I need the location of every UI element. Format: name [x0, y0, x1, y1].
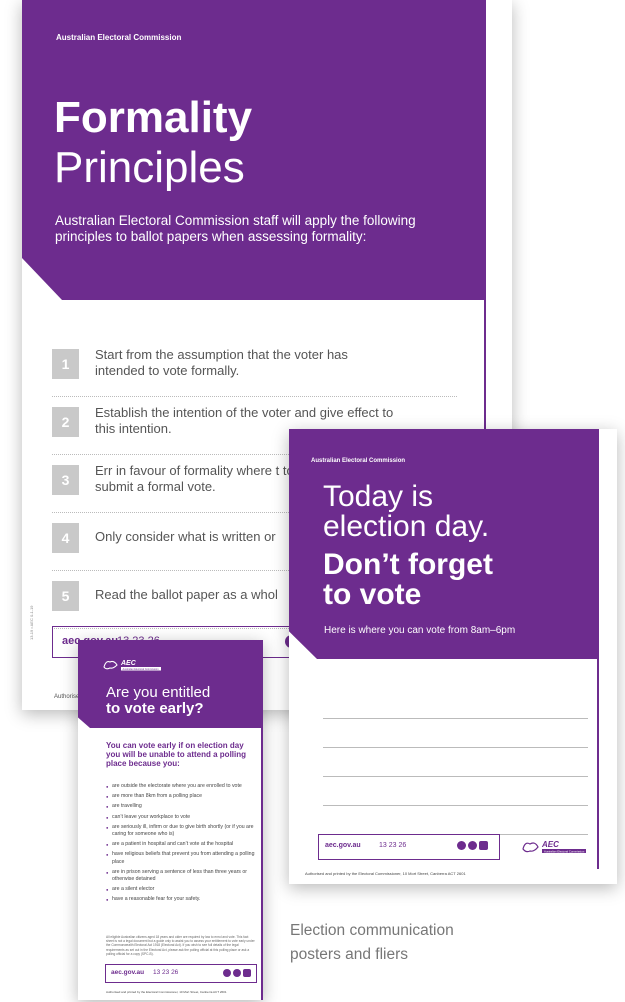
list-item: can’t leave your workplace to vote [106, 814, 256, 821]
caption-line-2: posters and fliers [290, 946, 409, 963]
aec-logo: AEC Australian Electoral Commission [102, 658, 162, 677]
svg-text:Australian Electoral Commissio: Australian Electoral Commission [544, 849, 585, 853]
list-item: are outside the electorate where you are… [106, 783, 256, 790]
poster-subtext: Here is where you can vote from 8am–6pm [324, 625, 516, 636]
list-item: are in prison serving a sentence of less… [106, 869, 256, 883]
flier-heading-light: Are you entitled [106, 684, 211, 701]
write-line [323, 690, 588, 719]
authorisation-text: Authorised and printed by the Electoral … [106, 990, 227, 994]
poster-footer: aec.gov.au 13 23 26 [318, 834, 500, 860]
phone-number: 13 23 26 [153, 969, 179, 976]
item-text: Err in favour of formality where t to su… [95, 463, 294, 494]
item-text: Start from the assumption that the voter… [95, 347, 348, 378]
flier-lead-text: You can vote early if on election day yo… [106, 741, 247, 768]
item-text: Only consider what is written or [95, 529, 276, 544]
aec-logo-mark: AEC Australian Electoral Commission [522, 840, 586, 853]
instagram-icon [243, 969, 251, 977]
aec-logo: AEC Australian Electoral Commission [521, 839, 587, 860]
list-item: are a patient in hospital and can’t vote… [106, 841, 256, 848]
list-item: are seriously ill, infirm or due to give… [106, 824, 256, 838]
fine-print: All eligible Australian citizens aged 18… [106, 935, 255, 956]
item-number: 5 [52, 581, 79, 611]
social-icons [457, 841, 488, 850]
list-item: are a silent elector [106, 886, 256, 893]
write-line [323, 777, 588, 806]
write-line [323, 719, 588, 748]
vote-early-flier: AEC Australian Electoral Commission Are … [78, 640, 263, 1000]
list-item: have a reasonable fear for your safety. [106, 896, 256, 903]
svg-text:AEC: AEC [541, 840, 559, 849]
headline-line-4: to vote [323, 578, 422, 611]
image-caption: Election communication posters and flier… [290, 919, 530, 967]
twitter-icon [233, 969, 241, 977]
aec-logo-mark: AEC Australian Electoral Commission [103, 660, 161, 671]
website-link: aec.gov.au [111, 969, 145, 976]
organisation-name: Australian Electoral Commission [56, 33, 182, 42]
svg-text:AEC: AEC [120, 660, 137, 667]
facebook-icon [457, 841, 466, 850]
instagram-icon [479, 841, 488, 850]
flier-footer: aec.gov.au 13 23 26 [105, 964, 257, 983]
facebook-icon [223, 969, 231, 977]
headline-line-2: election day. [323, 510, 490, 543]
item-number: 2 [52, 407, 79, 437]
eligibility-list: are outside the electorate where you are… [106, 783, 256, 907]
social-icons [223, 969, 251, 977]
item-number: 1 [52, 349, 79, 379]
write-line [323, 806, 588, 835]
item-text: Read the ballot paper as a whol [95, 587, 278, 602]
write-in-lines [323, 690, 588, 835]
list-item: 1 Start from the assumption that the vot… [52, 345, 457, 397]
authorisation-text: Authorised and printed by the Electoral … [305, 871, 466, 876]
twitter-icon [468, 841, 477, 850]
write-line [323, 748, 588, 777]
svg-text:Australian Electoral Commissio: Australian Electoral Commission [123, 668, 160, 671]
item-number: 4 [52, 523, 79, 553]
organisation-name: Australian Electoral Commission [311, 458, 406, 464]
list-item: have religious beliefs that prevent you … [106, 851, 256, 865]
poster-intro: Australian Electoral Commission staff wi… [55, 213, 416, 244]
headline-line-3: Don’t forget [323, 548, 493, 581]
phone-number: 13 23 26 [379, 842, 407, 849]
flier-heading-bold: to vote early? [106, 700, 204, 717]
list-item: are travelling [106, 803, 256, 810]
list-item: are more than 8km from a polling place [106, 793, 256, 800]
headline-line-1: Today is [323, 480, 434, 513]
print-code: 13-19 • AEC 0-1-19 [29, 605, 34, 640]
poster-title-bold: Formality [54, 93, 253, 142]
item-number: 3 [52, 465, 79, 495]
election-day-poster: Australian Electoral Commission Today is… [289, 429, 617, 884]
poster-title-light: Principles [54, 143, 245, 192]
caption-line-1: Election communication [290, 922, 454, 939]
website-link: aec.gov.au [325, 842, 361, 849]
